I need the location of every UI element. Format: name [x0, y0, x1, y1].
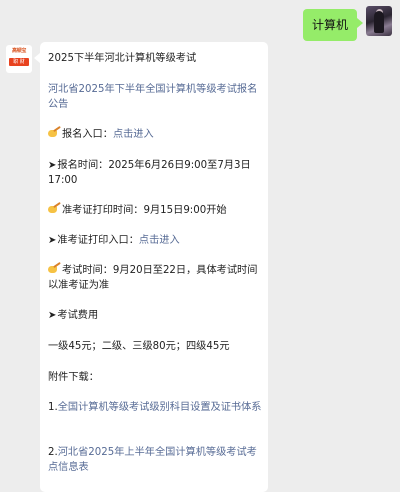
admit-entry-label: 准考证打印入口：: [57, 235, 139, 246]
reg-time-line: ➤报名时间：2025年6月26日9:00至7月3日17:00: [48, 158, 264, 188]
reg-entry-line: 报名入口：点击进入: [48, 125, 264, 142]
fee-detail: 一级45元；二级、三级80元；四级45元: [48, 341, 230, 352]
attach-item-2: 2.河北省2025年上半年全国计算机等级考试考点信息表: [48, 445, 264, 475]
user-avatar[interactable]: [366, 6, 392, 36]
fee-heading-line: ➤考试费用: [48, 308, 264, 323]
admit-entry-link[interactable]: 点击进入: [139, 235, 180, 246]
fee-heading: 考试费用: [57, 310, 99, 321]
attach-2-link[interactable]: 河北省2025年上半年全国计算机等级考试考点信息表: [48, 447, 257, 473]
writing-hand-icon: [48, 125, 61, 138]
avatar-figure-shape: [374, 11, 384, 33]
attach-2-prefix: 2.: [48, 447, 58, 458]
bot-avatar[interactable]: 高顿宝 职 财: [6, 45, 32, 73]
reg-entry-link[interactable]: 点击进入: [113, 129, 154, 140]
attach-1-prefix: 1.: [48, 402, 58, 413]
post-title: 2025下半年河北计算机等级考试: [48, 53, 197, 64]
admit-entry-line: ➤准考证打印入口：点击进入: [48, 233, 264, 248]
reg-entry-label: 报名入口：: [62, 129, 113, 140]
attach-heading: 附件下载：: [48, 372, 99, 383]
admit-print-time-line: 准考证打印时间：9月15日9:00开始: [48, 201, 264, 218]
arrow-right-icon: ➤: [48, 160, 57, 171]
writing-hand-icon: [48, 201, 61, 214]
exam-time-line: 考试时间：9月20日至22日，具体考试时间以准考证为准: [48, 261, 264, 293]
bot-message-bubble: 2025下半年河北计算机等级考试 河北省2025年下半年全国计算机等级考试报名公…: [34, 42, 268, 492]
bot-logo-bottom: 职 财: [9, 58, 29, 66]
writing-hand-icon: [48, 261, 61, 274]
announcement-link[interactable]: 河北省2025年下半年全国计算机等级考试报名公告: [48, 82, 264, 112]
bot-logo-top: 高顿宝: [11, 48, 27, 54]
user-message-bubble[interactable]: 计算机: [302, 9, 364, 41]
arrow-right-icon: ➤: [48, 310, 57, 321]
exam-time-text: 考试时间：9月20日至22日，具体考试时间以准考证为准: [48, 265, 258, 291]
attach-item-1: 1.全国计算机等级考试级别科目设置及证书体系: [48, 400, 264, 415]
arrow-right-icon: ➤: [48, 235, 57, 246]
reg-time-text: 报名时间：2025年6月26日9:00至7月3日17:00: [48, 160, 251, 186]
admit-print-time-text: 准考证打印时间：9月15日9:00开始: [62, 205, 227, 216]
attach-1-link[interactable]: 全国计算机等级考试级别科目设置及证书体系: [58, 402, 262, 413]
user-message-row: 计算机: [302, 6, 392, 41]
